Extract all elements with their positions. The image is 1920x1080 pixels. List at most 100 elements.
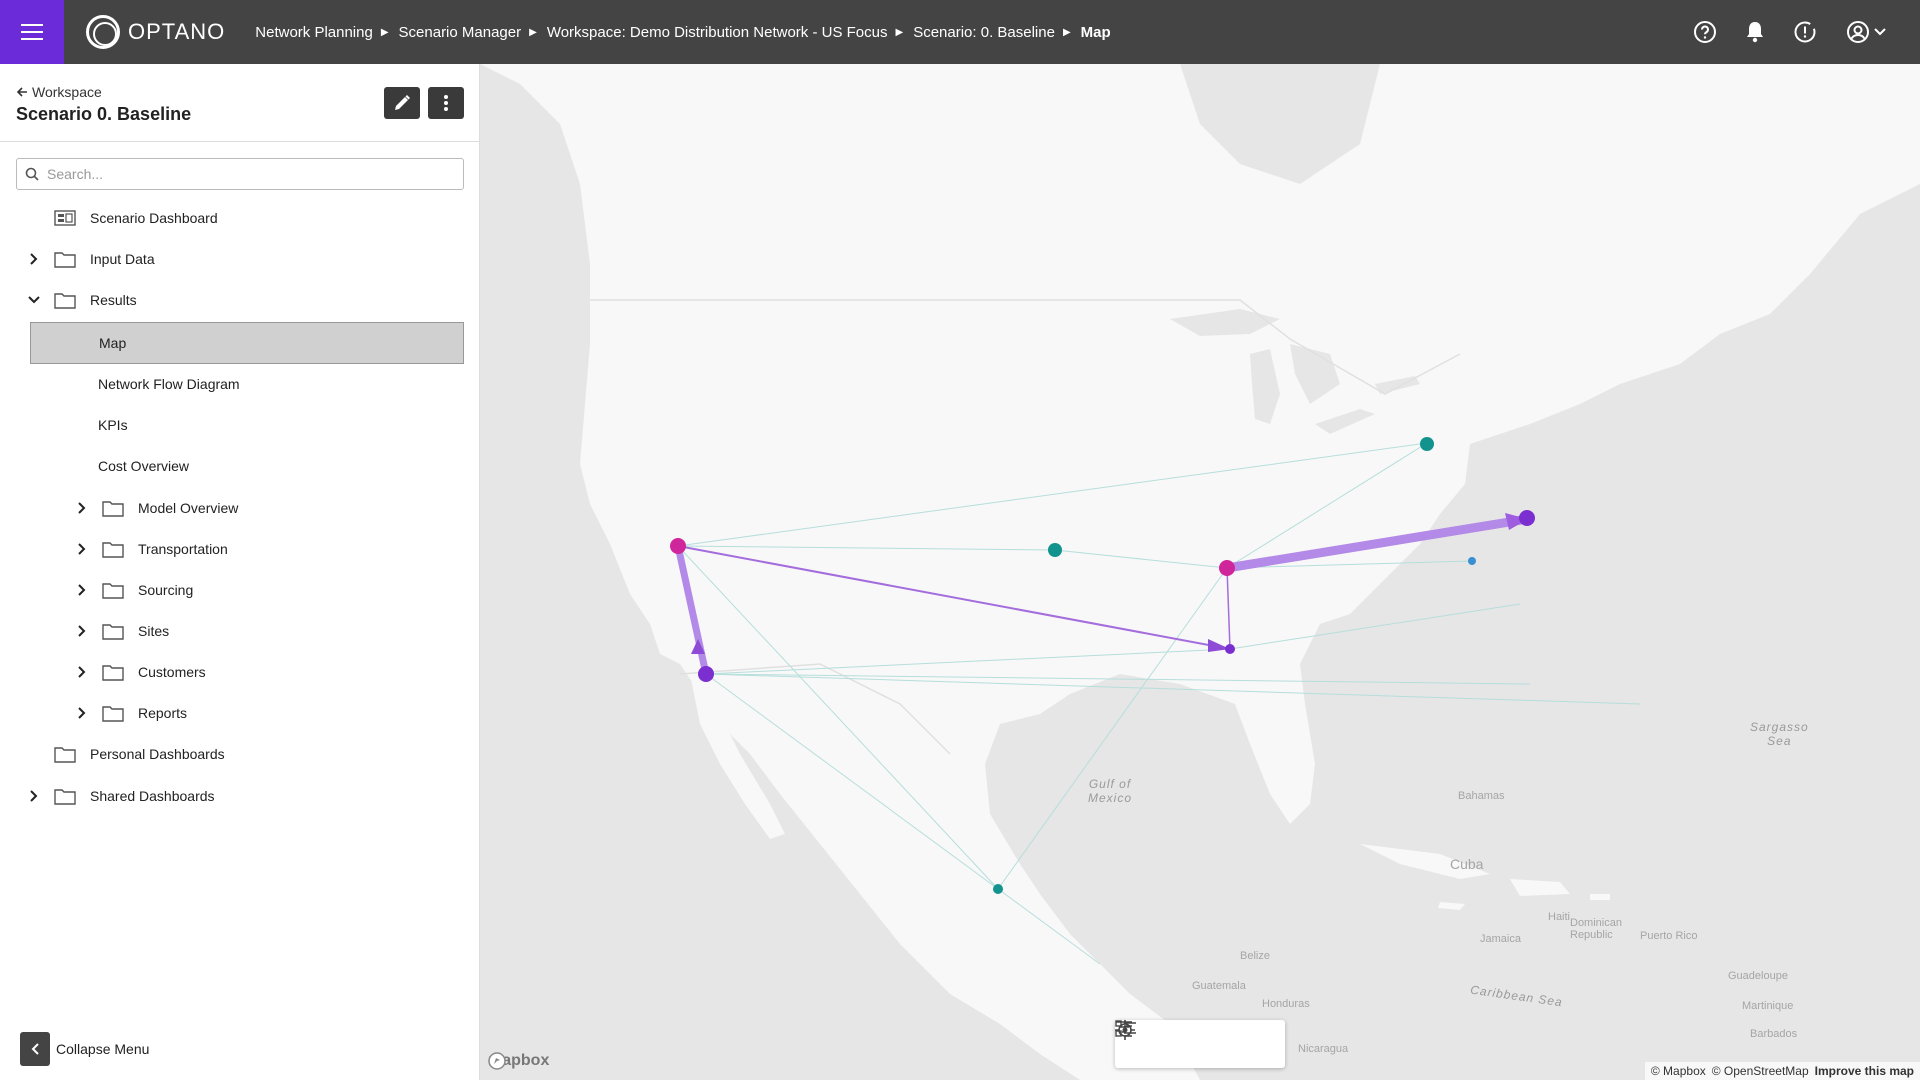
back-to-workspace-link[interactable]: Workspace (16, 84, 102, 100)
chevron-right-icon (78, 543, 86, 555)
top-icons (1692, 0, 1890, 64)
collapse-menu-label: Collapse Menu (56, 1041, 150, 1057)
attribution-mapbox-link[interactable]: © Mapbox (1651, 1064, 1706, 1078)
account-icon (1847, 21, 1869, 43)
breadcrumb-scenario[interactable]: Scenario: 0. Baseline (913, 24, 1055, 41)
label-guadeloupe: Guadeloupe (1728, 970, 1788, 982)
folder-icon (54, 252, 76, 268)
label-gulf-of-mexico: Gulf of Mexico (1088, 777, 1133, 805)
label-dominican-republic: Dominican Republic (1570, 917, 1622, 941)
improve-map-link[interactable]: Improve this map (1815, 1064, 1914, 1078)
tree-label: Transportation (138, 541, 228, 557)
factory-node[interactable] (1219, 560, 1235, 576)
label-cuba: Cuba (1450, 856, 1484, 872)
filter-button[interactable] (1116, 1021, 1272, 1059)
map-view[interactable]: Gulf of Mexico Sargasso Sea Caribbean Se… (480, 64, 1920, 1080)
tree-item-transportation[interactable]: Transportation (72, 531, 228, 567)
chevron-right-icon (78, 707, 86, 719)
label-sargasso-sea: Sargasso Sea (1750, 720, 1809, 748)
label-jamaica: Jamaica (1480, 933, 1521, 945)
label-belize: Belize (1240, 950, 1270, 962)
tree-item-kpis[interactable]: KPIs (98, 417, 128, 433)
optano-logo[interactable]: OPTANO (86, 15, 225, 49)
breadcrumb-separator-icon: ▶ (1062, 26, 1071, 38)
folder-icon (102, 665, 124, 681)
breadcrumb-scenario-manager[interactable]: Scenario Manager (399, 24, 522, 41)
folder-icon (54, 789, 76, 805)
customer-node[interactable] (1420, 437, 1434, 451)
top-bar: OPTANO Network Planning ▶ Scenario Manag… (0, 0, 1920, 64)
help-button[interactable] (1692, 19, 1718, 45)
tree-label: Customers (138, 664, 206, 680)
pencil-icon (395, 95, 410, 110)
chevron-right-icon (30, 790, 38, 802)
notifications-button[interactable] (1742, 19, 1768, 45)
puerto-rico-island (1590, 894, 1610, 900)
tree-item-reports[interactable]: Reports (72, 695, 187, 731)
tree-item-personal-dashboards[interactable]: Personal Dashboards (24, 736, 225, 772)
tree-item-scenario-dashboard[interactable]: Scenario Dashboard (24, 200, 218, 236)
tree-item-sites[interactable]: Sites (72, 613, 169, 649)
customer-node[interactable] (1048, 543, 1062, 557)
alerts-button[interactable] (1792, 19, 1818, 45)
tree-item-customers[interactable]: Customers (72, 654, 206, 690)
chevron-down-icon (1874, 28, 1886, 36)
more-options-button[interactable] (428, 87, 464, 119)
chevron-left-icon (20, 1032, 50, 1066)
scenario-title: Scenario 0. Baseline (16, 104, 192, 124)
breadcrumb-workspace[interactable]: Workspace: Demo Distribution Network - U… (547, 24, 888, 41)
label-honduras: Honduras (1262, 998, 1310, 1010)
chevron-down-icon (28, 296, 40, 304)
tree-item-cost-overview[interactable]: Cost Overview (98, 458, 189, 474)
label-puerto-rico: Puerto Rico (1640, 930, 1698, 942)
account-menu-button[interactable] (1842, 19, 1890, 45)
mapbox-logo[interactable]: mapbox (488, 1052, 549, 1070)
breadcrumb: Network Planning ▶ Scenario Manager ▶ Wo… (255, 24, 1110, 41)
tree-label: Sourcing (138, 582, 194, 598)
customer-node[interactable] (993, 884, 1003, 894)
chevron-right-icon (78, 625, 86, 637)
tree-item-model-overview[interactable]: Model Overview (72, 490, 238, 526)
label-haiti: Haiti (1548, 911, 1571, 923)
map-canvas[interactable] (480, 64, 1920, 1080)
breadcrumb-separator-icon: ▶ (380, 26, 389, 38)
warehouse-node[interactable] (1225, 644, 1235, 654)
chevron-right-icon (78, 502, 86, 514)
warehouse-node[interactable] (698, 666, 714, 682)
search-icon (25, 167, 39, 181)
tree-label: Sites (138, 623, 170, 639)
map-toolbar (1115, 1020, 1285, 1068)
label-nicaragua: Nicaragua (1298, 1043, 1349, 1055)
collapse-menu-button[interactable]: Collapse Menu (20, 1032, 149, 1066)
folder-icon (102, 501, 124, 517)
tree-item-shared-dashboards[interactable]: Shared Dashboards (24, 778, 215, 814)
breadcrumb-network-planning[interactable]: Network Planning (255, 24, 373, 41)
tree-item-sourcing[interactable]: Sourcing (72, 572, 193, 608)
search-input[interactable] (45, 165, 445, 183)
folder-icon (102, 624, 124, 640)
tree-item-network-flow-diagram[interactable]: Network Flow Diagram (98, 376, 240, 392)
legend-button[interactable] (1115, 1020, 1215, 1059)
customer-node[interactable] (1468, 557, 1476, 565)
tree-item-map-selected[interactable]: Map (30, 322, 464, 364)
folder-icon (102, 583, 124, 599)
landmass-north-america (480, 64, 1920, 1080)
breadcrumb-separator-icon: ▶ (895, 26, 904, 38)
hispaniola-island (1510, 879, 1570, 896)
jamaica-island (1438, 902, 1465, 910)
label-barbados: Barbados (1750, 1028, 1798, 1040)
attribution-osm-link[interactable]: © OpenStreetMap (1712, 1064, 1809, 1078)
label-bahamas: Bahamas (1458, 790, 1505, 802)
tree-item-results[interactable]: Results (24, 282, 137, 318)
edit-button[interactable] (384, 87, 420, 119)
breadcrumb-map: Map (1080, 23, 1111, 41)
sidebar-search (16, 158, 464, 190)
label-martinique: Martinique (1742, 1000, 1794, 1012)
tree-item-input-data[interactable]: Input Data (24, 241, 155, 277)
hamburger-icon (21, 24, 43, 40)
logo-text: OPTANO (128, 19, 226, 44)
hamburger-menu-button[interactable] (0, 0, 64, 64)
tree-label: Input Data (90, 251, 155, 267)
factory-node[interactable] (670, 538, 686, 554)
warehouse-node[interactable] (1519, 510, 1535, 526)
